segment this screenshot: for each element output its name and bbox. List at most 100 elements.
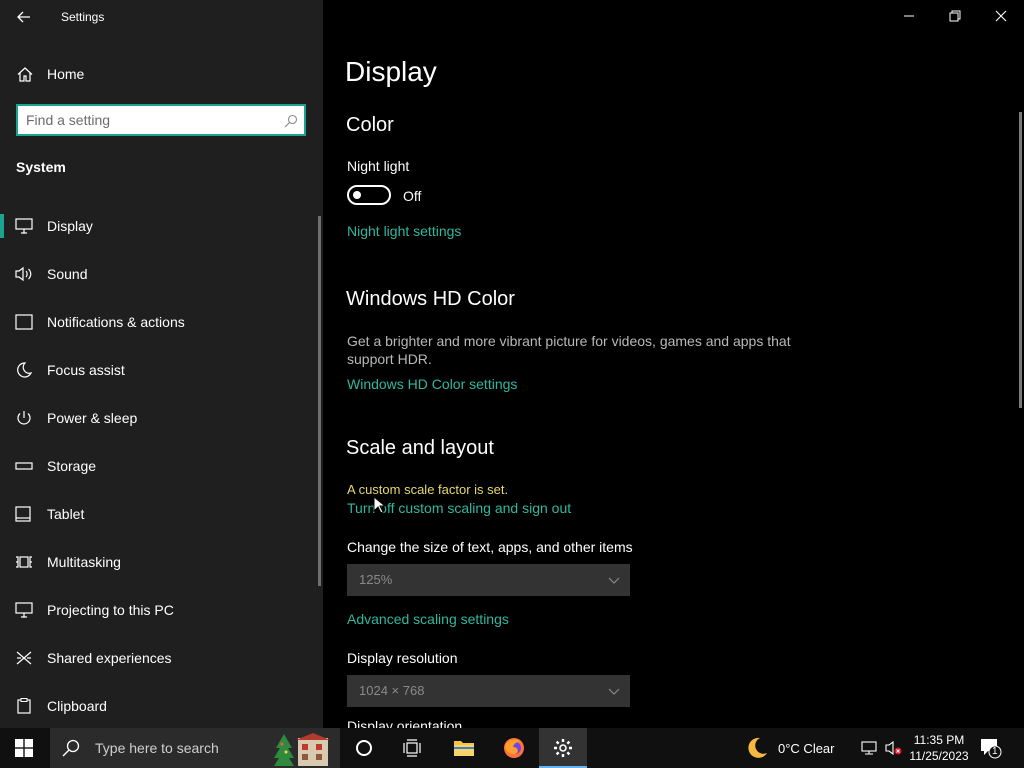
task-view-button[interactable] bbox=[388, 728, 436, 768]
scale-dropdown[interactable]: 125% bbox=[347, 564, 630, 596]
tablet-icon bbox=[15, 506, 31, 522]
notification-count-badge: 1 bbox=[992, 746, 998, 757]
sidebar: Settings Home System Display Sound bbox=[0, 0, 323, 728]
search-highlight-illustration bbox=[274, 733, 330, 766]
moon-weather-icon bbox=[748, 737, 767, 758]
sidebar-scrollbar[interactable] bbox=[318, 216, 321, 586]
task-view-icon bbox=[403, 739, 421, 757]
hd-color-settings-link[interactable]: Windows HD Color settings bbox=[347, 376, 517, 392]
sidebar-item-sound[interactable]: Sound bbox=[0, 250, 323, 298]
sidebar-item-label: Multitasking bbox=[47, 554, 121, 570]
sidebar-item-tablet[interactable]: Tablet bbox=[0, 490, 323, 538]
main-content: Display Color Night light Off Night ligh… bbox=[323, 0, 1024, 728]
cortana-button[interactable] bbox=[340, 728, 388, 768]
sidebar-item-storage[interactable]: Storage bbox=[0, 442, 323, 490]
color-heading: Color bbox=[346, 114, 394, 136]
windows-logo-icon bbox=[15, 739, 33, 757]
restore-button[interactable] bbox=[932, 0, 978, 32]
page-title: Display bbox=[345, 56, 437, 87]
advanced-scaling-link[interactable]: Advanced scaling settings bbox=[347, 611, 509, 627]
close-icon bbox=[995, 10, 1007, 22]
folder-icon bbox=[454, 741, 474, 756]
custom-scale-warning: A custom scale factor is set. bbox=[347, 482, 509, 497]
sidebar-item-label: Tablet bbox=[47, 506, 85, 522]
sidebar-item-label: Storage bbox=[47, 458, 97, 474]
power-icon bbox=[17, 411, 31, 425]
weather-widget[interactable]: 0°C Clear bbox=[742, 728, 842, 768]
sidebar-item-focus-assist[interactable]: Focus assist bbox=[0, 346, 323, 394]
home-icon bbox=[17, 67, 33, 82]
orientation-label: Display orientation bbox=[347, 718, 463, 728]
projecting-icon bbox=[15, 602, 33, 618]
settings-taskbar-button[interactable] bbox=[539, 728, 587, 768]
hd-color-description: Get a brighter and more vibrant picture … bbox=[347, 333, 791, 367]
gear-icon bbox=[554, 739, 572, 757]
close-button[interactable] bbox=[978, 0, 1024, 32]
sidebar-item-multitasking[interactable]: Multitasking bbox=[0, 538, 323, 586]
resolution-value: 1024 × 768 bbox=[359, 683, 425, 698]
minimize-icon bbox=[904, 15, 914, 17]
search-icon[interactable] bbox=[284, 114, 298, 128]
minimize-button[interactable] bbox=[886, 0, 932, 32]
mouse-cursor-icon bbox=[373, 496, 385, 514]
chevron-down-icon bbox=[608, 688, 620, 695]
size-label: Change the size of text, apps, and other… bbox=[347, 539, 633, 555]
taskbar: Type here to search 0°C Clear 11:35 PM 1… bbox=[0, 728, 1024, 768]
section-label-system: System bbox=[16, 159, 66, 175]
action-center-button[interactable]: 1 bbox=[978, 736, 1002, 760]
firefox-button[interactable] bbox=[490, 728, 538, 768]
main-scrollbar[interactable] bbox=[1019, 112, 1022, 408]
sidebar-item-label: Display bbox=[47, 218, 93, 234]
night-light-settings-link[interactable]: Night light settings bbox=[347, 223, 461, 239]
sidebar-item-notifications[interactable]: Notifications & actions bbox=[0, 298, 323, 346]
cortana-icon bbox=[356, 740, 372, 756]
clipboard-icon bbox=[17, 698, 31, 714]
notification-icon bbox=[15, 314, 33, 330]
action-center-icon bbox=[981, 739, 1002, 759]
night-light-state: Off bbox=[403, 188, 422, 204]
restore-icon bbox=[949, 10, 961, 22]
night-light-label: Night light bbox=[347, 158, 410, 174]
storage-icon bbox=[15, 462, 33, 470]
start-button[interactable] bbox=[0, 728, 48, 768]
sidebar-home[interactable]: Home bbox=[0, 58, 323, 90]
taskbar-search-box[interactable]: Type here to search bbox=[50, 728, 340, 768]
sidebar-item-label: Projecting to this PC bbox=[47, 602, 174, 618]
sidebar-item-label: Focus assist bbox=[47, 362, 125, 378]
sidebar-item-label: Shared experiences bbox=[47, 650, 172, 666]
find-setting-input[interactable] bbox=[26, 111, 276, 129]
sidebar-item-projecting[interactable]: Projecting to this PC bbox=[0, 586, 323, 634]
moon-icon bbox=[17, 362, 33, 378]
volume-muted-icon[interactable] bbox=[884, 739, 902, 757]
network-icon[interactable] bbox=[860, 739, 878, 757]
night-light-toggle[interactable] bbox=[347, 185, 391, 205]
hd-color-heading: Windows HD Color bbox=[346, 288, 515, 310]
shared-experiences-icon bbox=[16, 651, 32, 665]
sidebar-item-shared-experiences[interactable]: Shared experiences bbox=[0, 634, 323, 682]
sidebar-item-label: Power & sleep bbox=[47, 410, 138, 426]
file-explorer-button[interactable] bbox=[440, 728, 488, 768]
firefox-icon bbox=[504, 738, 524, 758]
clock-date: 11/25/2023 bbox=[909, 749, 969, 763]
toggle-knob bbox=[353, 191, 361, 199]
chevron-down-icon bbox=[608, 577, 620, 584]
sidebar-item-label: Sound bbox=[47, 266, 88, 282]
sidebar-item-label: Clipboard bbox=[47, 698, 107, 714]
search-icon bbox=[62, 739, 80, 757]
taskbar-search-placeholder: Type here to search bbox=[95, 740, 219, 756]
weather-text: 0°C Clear bbox=[778, 741, 835, 756]
monitor-icon bbox=[15, 218, 33, 234]
multitasking-icon bbox=[16, 556, 32, 568]
sidebar-item-clipboard[interactable]: Clipboard bbox=[0, 682, 323, 728]
sidebar-item-power-sleep[interactable]: Power & sleep bbox=[0, 394, 323, 442]
scale-layout-heading: Scale and layout bbox=[346, 437, 494, 459]
window-title: Settings bbox=[61, 10, 105, 24]
find-setting-search[interactable] bbox=[16, 104, 306, 136]
back-arrow-icon bbox=[17, 11, 30, 23]
back-button[interactable] bbox=[8, 2, 40, 32]
home-label: Home bbox=[47, 66, 85, 82]
taskbar-clock[interactable]: 11:35 PM 11/25/2023 bbox=[906, 732, 972, 764]
resolution-label: Display resolution bbox=[347, 650, 458, 666]
sidebar-item-display[interactable]: Display bbox=[0, 202, 323, 250]
resolution-dropdown[interactable]: 1024 × 768 bbox=[347, 675, 630, 707]
